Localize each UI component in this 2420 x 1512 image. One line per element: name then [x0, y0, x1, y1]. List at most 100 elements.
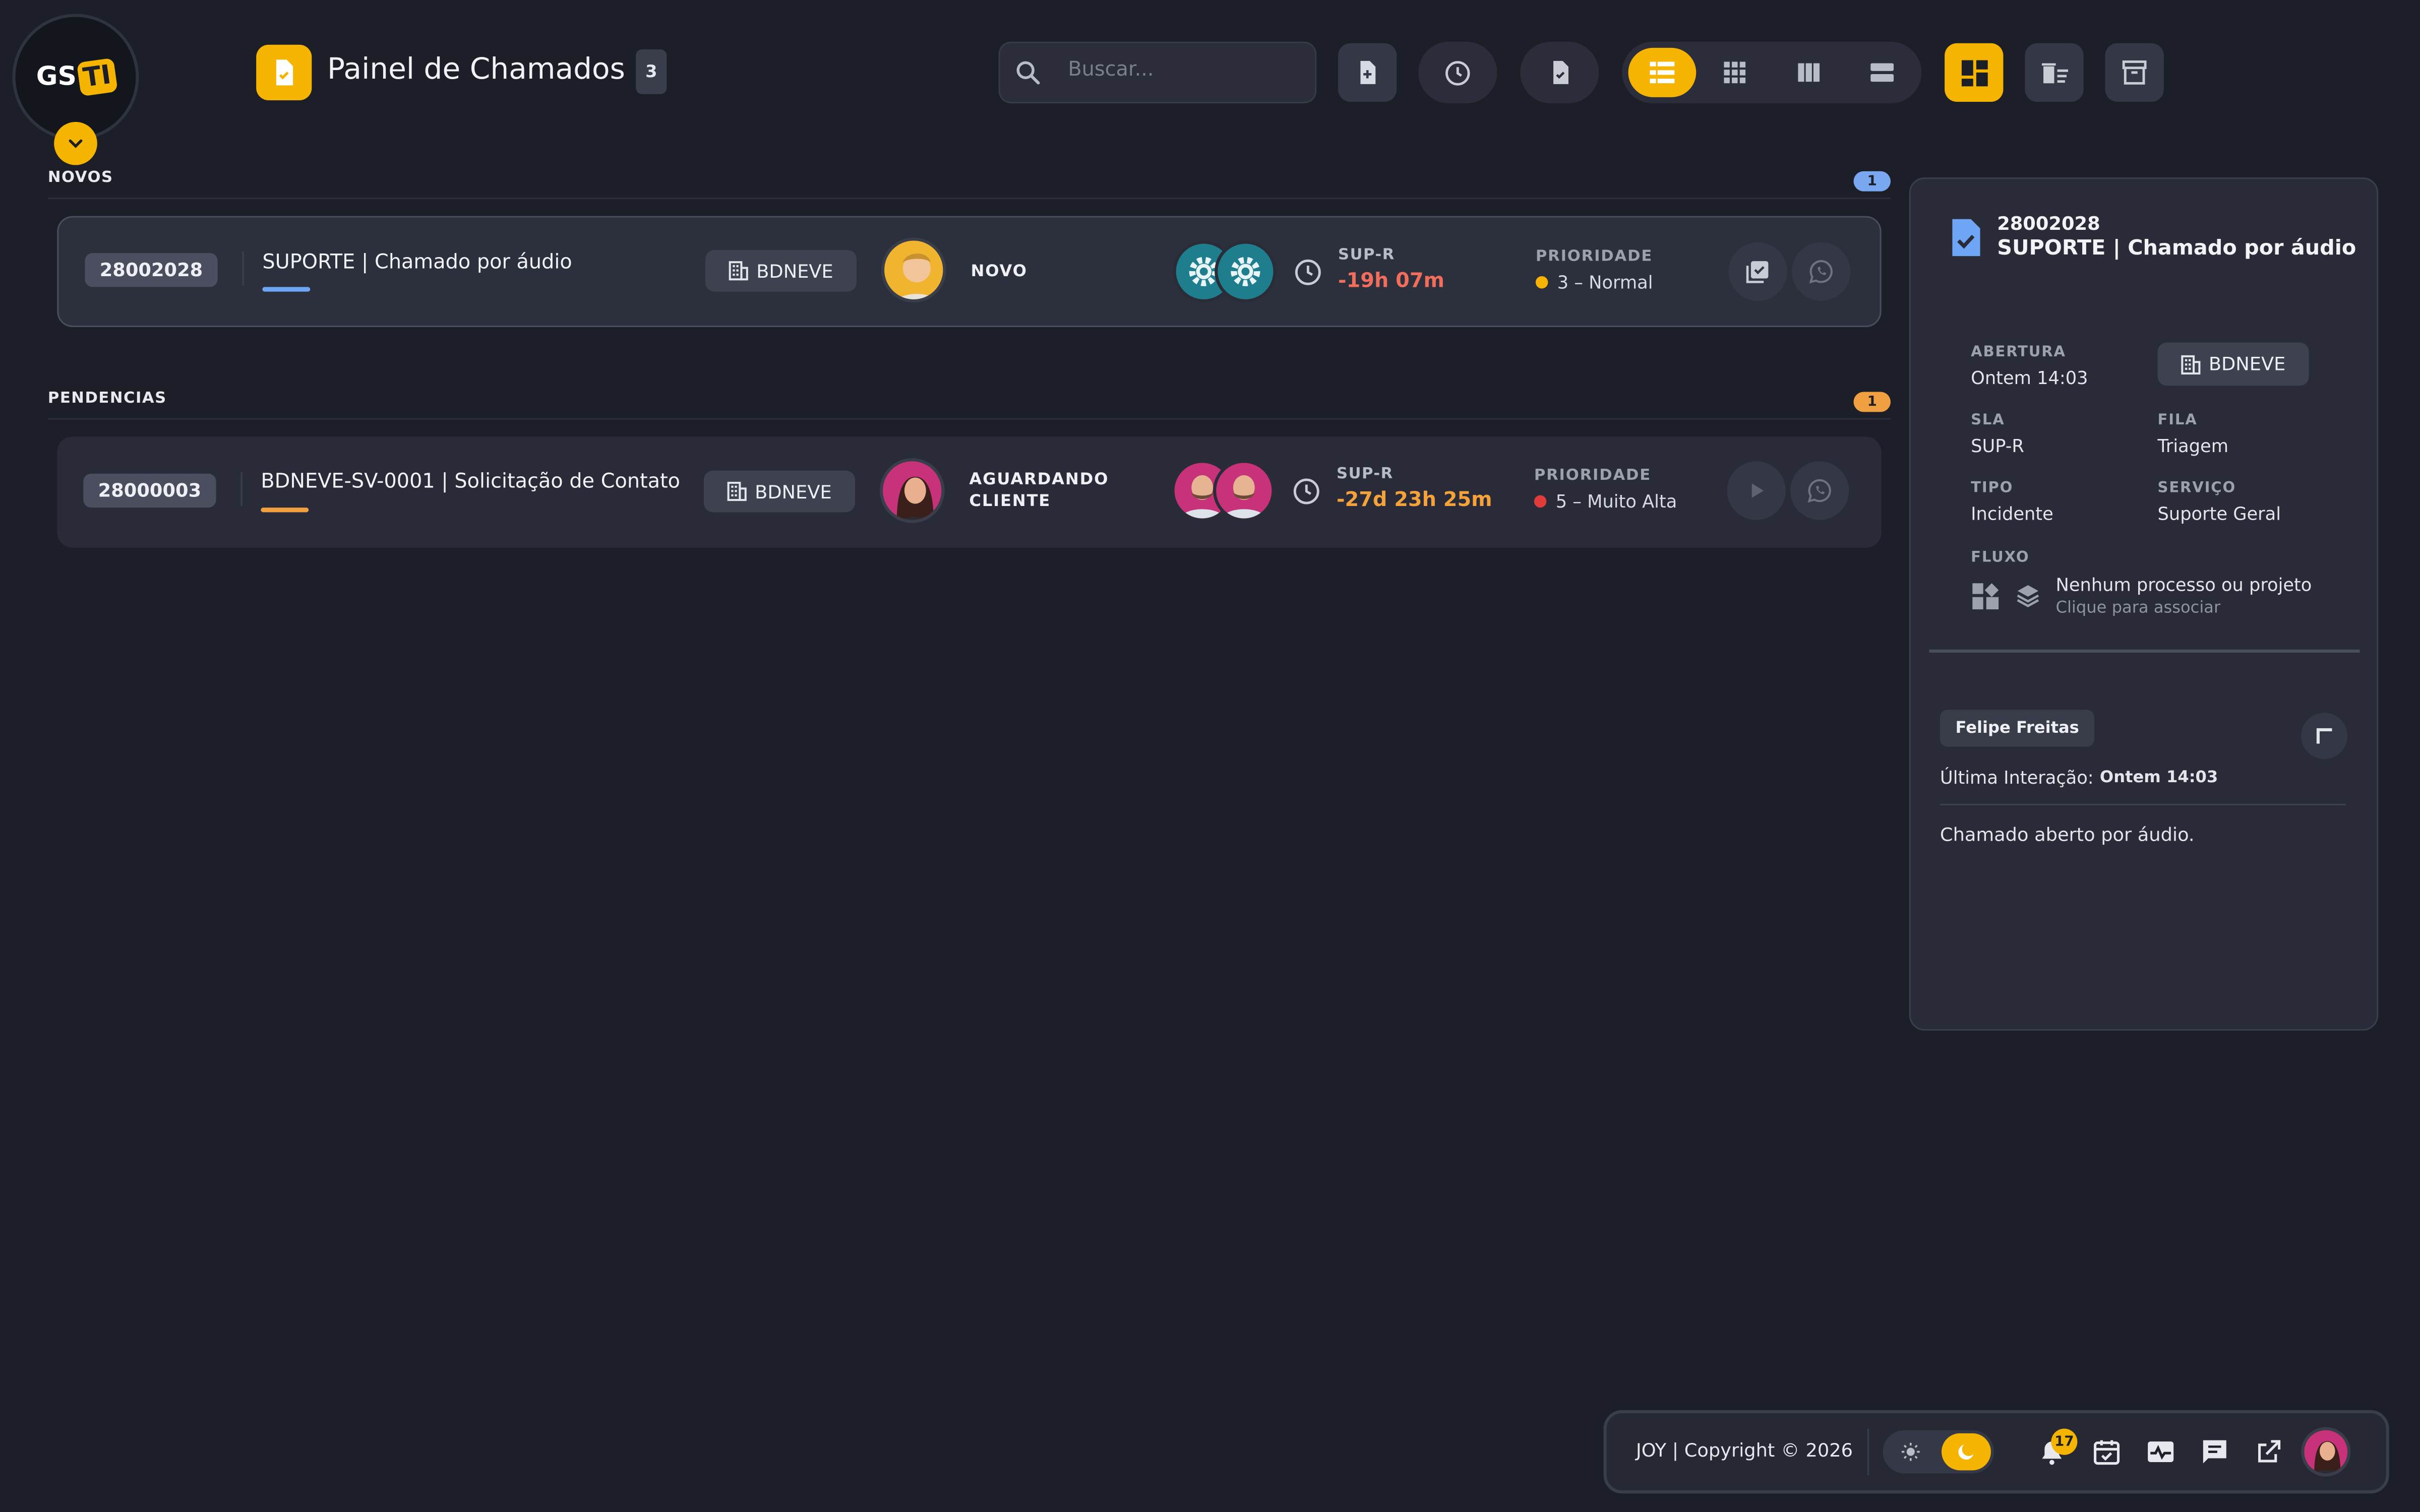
ticket-card[interactable]: 28000003 BDNEVE-SV-0001 | Solicitação de… — [57, 436, 1882, 548]
field-label: TIPO — [1971, 480, 2014, 497]
dashboard-button[interactable] — [1945, 43, 2004, 102]
footer-divider — [1867, 1428, 1869, 1475]
new-ticket-button[interactable] — [1338, 43, 1397, 102]
client-name: BDNEVE — [756, 260, 833, 282]
open-external-button[interactable] — [2255, 1438, 2282, 1466]
client-chip[interactable]: BDNEVE — [703, 470, 855, 513]
list-view-icon — [1649, 61, 1674, 84]
collapse-button[interactable] — [2301, 713, 2348, 760]
whatsapp-icon — [1809, 260, 1833, 284]
whatsapp-button[interactable] — [1792, 242, 1851, 301]
clock-icon — [1295, 259, 1321, 285]
last-interaction: Última Interação: Ontem 14:03 — [1940, 767, 2218, 788]
columns-view-button[interactable] — [1775, 48, 1842, 97]
new-ticket-icon — [1360, 60, 1376, 84]
clear-filters-button[interactable] — [2025, 43, 2084, 102]
check-list-icon — [1746, 261, 1769, 283]
whatsapp-icon — [1807, 479, 1831, 503]
dark-mode-button[interactable] — [1941, 1433, 1991, 1471]
list-view-button[interactable] — [1628, 47, 1696, 97]
user-avatar[interactable] — [2301, 1427, 2351, 1477]
section-count-novos: 1 — [1853, 171, 1891, 192]
layers-icon — [2017, 585, 2039, 607]
ticket-title[interactable]: SUPORTE | Chamado por áudio — [262, 251, 572, 275]
approved-doc-icon — [1552, 60, 1568, 84]
rows-view-button[interactable] — [1848, 48, 1915, 97]
logo-menu-toggle[interactable] — [54, 121, 97, 165]
panel-client-chip[interactable]: BDNEVE — [2157, 342, 2309, 386]
grid-view-button[interactable] — [1702, 48, 1769, 97]
copyright-text: JOY | Copyright — [1636, 1439, 1775, 1461]
chat-button[interactable] — [2199, 1436, 2230, 1467]
activity-button[interactable] — [2145, 1436, 2176, 1467]
divider — [242, 251, 244, 286]
history-button[interactable] — [1418, 41, 1497, 104]
requester-avatar[interactable] — [881, 237, 946, 302]
interaction-author: Felipe Freitas — [1940, 710, 2095, 747]
ticket-id[interactable]: 28000003 — [83, 473, 216, 508]
approved-tickets-button[interactable] — [1520, 41, 1599, 104]
sla-label: SUP-R — [1338, 246, 1395, 264]
ticket-title[interactable]: BDNEVE-SV-0001 | Solicitação de Contato — [261, 471, 680, 494]
archive-button[interactable] — [2105, 43, 2164, 102]
agent-avatar[interactable] — [1215, 240, 1277, 302]
delete-filter-icon — [2041, 63, 2069, 84]
field-value: Suporte Geral — [2157, 502, 2281, 525]
calendar-button[interactable] — [2091, 1436, 2122, 1467]
priority-dot — [1534, 495, 1547, 508]
approved-doc-icon — [276, 59, 293, 86]
rows-view-icon — [1870, 63, 1894, 82]
agent-avatar[interactable] — [1213, 460, 1275, 522]
priority-value: 3 – Normal — [1535, 272, 1653, 293]
external-link-icon — [2258, 1440, 2281, 1463]
priority-label: PRIORIDADE — [1535, 248, 1653, 266]
priority-value: 5 – Muito Alta — [1534, 490, 1677, 512]
search-box[interactable] — [998, 41, 1317, 104]
view-mode-switcher — [1622, 41, 1922, 104]
notifications-badge: 17 — [2051, 1428, 2078, 1455]
page-title: Painel de Chamados — [327, 52, 625, 87]
fluxo-hint[interactable]: Clique para associar — [2056, 599, 2221, 617]
calendar-icon — [2094, 1440, 2120, 1465]
columns-view-icon — [1797, 63, 1820, 82]
interaction-message: Chamado aberto por áudio. — [1940, 824, 2195, 846]
chevron-down-icon — [69, 139, 83, 148]
priority-label: PRIORIDADE — [1534, 467, 1652, 485]
section-count-pendencias: 1 — [1853, 392, 1891, 412]
dashboard-icon — [1972, 583, 1999, 610]
search-input[interactable] — [1068, 58, 1300, 82]
ticket-card[interactable]: 28002028 SUPORTE | Chamado por áudio BDN… — [57, 216, 1882, 327]
theme-toggle[interactable] — [1883, 1430, 1994, 1474]
ticket-id[interactable]: 28002028 — [85, 253, 218, 287]
building-icon — [2181, 354, 2201, 374]
whatsapp-button[interactable] — [1790, 461, 1849, 520]
field-value: SUP-R — [1971, 435, 2024, 457]
section-label-novos: NOVOS — [47, 169, 113, 187]
gear-icon — [1231, 257, 1260, 286]
archive-icon — [2122, 60, 2147, 85]
ticket-doc-icon — [1952, 219, 1980, 257]
play-button[interactable] — [1727, 461, 1786, 520]
clock-icon — [1445, 60, 1470, 85]
copyright: JOY | Copyright © 2026 — [1636, 1439, 1853, 1461]
status-line: CLIENTE — [969, 492, 1051, 511]
client-chip[interactable]: BDNEVE — [705, 249, 857, 292]
building-icon — [729, 261, 749, 281]
corner-arrow-icon — [2316, 728, 2332, 744]
fluxo-link[interactable]: Nenhum processo ou projeto — [2056, 574, 2312, 596]
panel-divider — [1929, 649, 2360, 653]
logo-text-ti: TI — [76, 57, 117, 97]
field-label: SLA — [1971, 412, 2005, 429]
ticket-underline — [261, 508, 309, 513]
requester-avatar[interactable] — [879, 458, 945, 523]
field-label: FLUXO — [1971, 549, 2030, 566]
message-divider — [1940, 803, 2346, 805]
copyright-symbol: © — [1781, 1439, 1800, 1461]
panel-ticket-id: 28002028 — [1997, 213, 2100, 235]
building-icon — [727, 481, 747, 501]
check-button[interactable] — [1728, 242, 1787, 301]
sun-icon[interactable] — [1900, 1441, 1921, 1463]
status-line: AGUARDANDO — [969, 470, 1109, 489]
client-name: BDNEVE — [755, 480, 832, 502]
dashboard-icon — [1961, 59, 1987, 86]
